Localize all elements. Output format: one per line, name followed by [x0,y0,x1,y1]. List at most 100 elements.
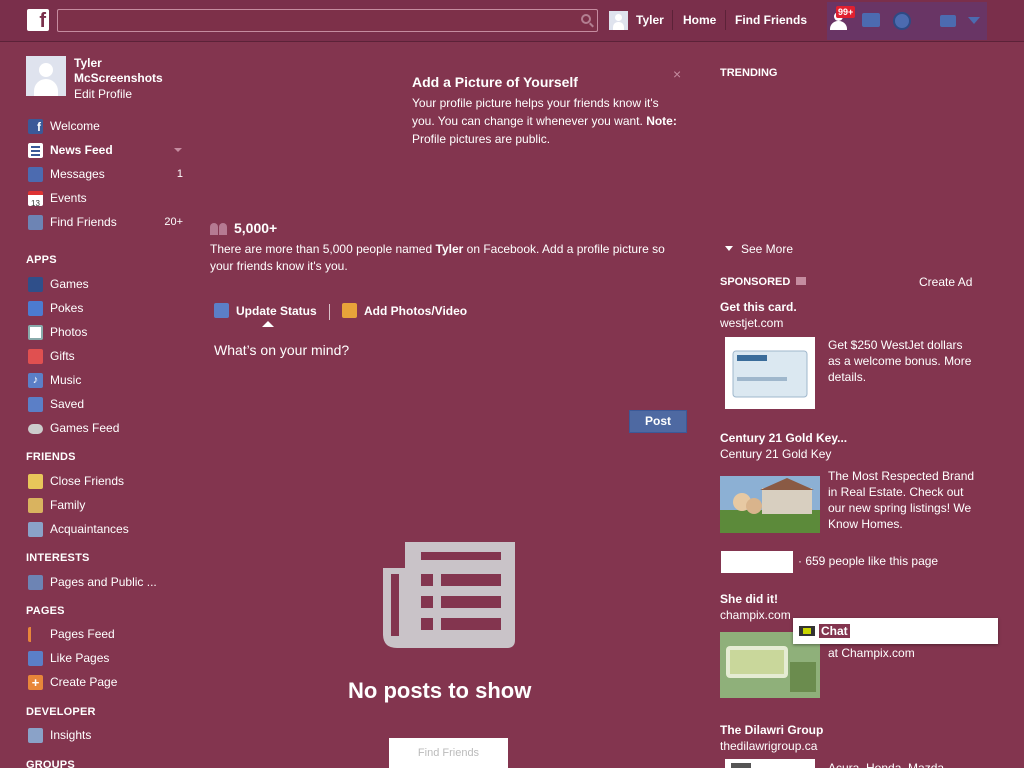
sidebar-item-label: Pages Feed [50,627,115,641]
divider [725,10,726,30]
sidebar-item-create-page[interactable]: + Create Page [26,673,186,691]
sidebar-item-pokes[interactable]: Pokes [26,299,186,317]
chevron-down-icon[interactable] [174,148,182,152]
family-icon [28,498,43,513]
chart-icon [28,728,43,743]
tab-pointer [262,321,274,327]
sidebar-item-label: Acquaintances [50,522,129,536]
acquaintances-icon [28,522,43,537]
find-friends-button[interactable]: Find Friends [389,738,508,768]
sidebar-item-insights[interactable]: Insights [26,726,186,744]
empty-feed-message: No posts to show [348,678,532,703]
close-icon[interactable]: × [673,66,681,82]
like-page-button[interactable] [721,551,793,573]
sidebar-item-label: Welcome [50,119,100,133]
profile-name[interactable]: Tyler McScreenshots [74,56,184,86]
prompt-text: Your profile picture helps your friends … [412,96,659,128]
desc-name: Tyler [435,242,464,256]
games-icon [28,277,43,292]
see-more-label: See More [741,242,794,256]
find-friends-link[interactable]: Find Friends [735,13,807,27]
sidebar-item-photos[interactable]: Photos [26,323,186,341]
see-more-link[interactable]: See More [724,242,794,256]
name-count: 5,000+ [234,220,278,236]
ad-description: Get $250 WestJet dollars as a welcome bo… [828,338,972,384]
chat-tab[interactable]: Chat [793,618,998,644]
dilawri-ad-image[interactable] [725,759,815,768]
people-icon [210,221,230,235]
profile-avatar[interactable] [26,56,66,96]
ad-url[interactable]: thedilawrigroup.ca [720,739,817,753]
sidebar-item-games[interactable]: Games [26,275,186,293]
find-friends-icon [28,215,43,230]
edit-profile-link[interactable]: Edit Profile [74,87,132,101]
sidebar-item-label: Messages [50,167,105,181]
sidebar-item-saved[interactable]: Saved [26,395,186,413]
sidebar-item-games-feed[interactable]: Games Feed [26,419,186,437]
sidebar-item-news-feed[interactable]: News Feed [26,141,186,159]
sidebar-item-find-friends[interactable]: Find Friends 20+ [26,213,186,231]
ad-url[interactable]: champix.com [720,608,791,622]
ad-url[interactable]: Century 21 Gold Key [720,447,831,461]
like-count: · 659 people like this page [798,554,939,568]
sidebar-item-count: 1 [176,168,183,180]
name-count-description: There are more than 5,000 people named T… [210,241,670,275]
avatar[interactable] [609,11,628,30]
globe-icon[interactable] [893,12,911,30]
sidebar-item-music[interactable]: ♪ Music [26,371,186,389]
real-estate-ad-image[interactable] [720,476,820,533]
sidebar-item-close-friends[interactable]: Close Friends [26,472,186,490]
profile-link[interactable]: Tyler [636,13,664,27]
home-link[interactable]: Home [683,13,716,27]
post-button[interactable]: Post [629,410,687,433]
news-feed-icon [383,542,515,648]
credit-card-ad-image[interactable] [725,337,815,409]
sidebar-item-label: Create Page [50,675,118,689]
ad-url[interactable]: westjet.com [720,316,783,330]
divider [672,10,673,30]
chat-label: Chat [819,624,850,638]
sidebar-item-label: Saved [50,397,85,411]
privacy-shortcuts-icon[interactable] [940,15,956,27]
ad-title[interactable]: Century 21 Gold Key... [720,431,847,445]
section-header-friends: FRIENDS [26,451,76,463]
photos-icon [28,325,43,340]
messages-icon[interactable] [862,13,880,27]
sponsored-header: SPONSORED [720,276,791,288]
desc-text: There are more than 5,000 people named [210,242,433,256]
sidebar-item-messages[interactable]: Messages 1 [26,165,186,183]
sidebar-item-acquaintances[interactable]: Acquaintances [26,520,186,538]
create-ad-link[interactable]: Create Ad [919,275,972,289]
chevron-down-icon[interactable] [968,17,980,24]
facebook-logo-icon[interactable]: f [27,9,49,32]
chat-app-icon [799,626,815,636]
search-input[interactable] [57,9,598,32]
sidebar-item-label: Events [50,191,87,205]
sidebar-item-label: Photos [50,325,88,339]
ad-description: at Champix.com [828,646,915,660]
sidebar-item-label: Like Pages [50,651,110,665]
profile-prompt-body: Your profile picture helps your friends … [412,94,682,148]
note-label: Note: [646,114,677,128]
search-icon[interactable] [581,14,591,24]
star-friends-icon [28,474,43,489]
sidebar-item-family[interactable]: Family [26,496,186,514]
gift-icon [28,349,43,364]
sidebar-item-welcome[interactable]: f Welcome [26,117,186,135]
ad-title[interactable]: The Dilawri Group [720,723,823,737]
sidebar-item-gifts[interactable]: Gifts [26,347,186,365]
sidebar-item-label: Pages and Public ... [50,575,157,589]
ad-description: Acura, Honda, Mazda, [828,761,948,768]
section-header-groups: GROUPS [26,759,75,768]
status-input[interactable]: What’s on your mind? [214,342,349,358]
tab-label: Update Status [236,304,317,318]
ad-title[interactable]: She did it! [720,592,778,606]
sidebar-item-label: Insights [50,728,92,742]
sidebar-item-pages-public[interactable]: Pages and Public ... [26,573,186,591]
sidebar-item-events[interactable]: 13 Events [26,189,186,208]
flag-icon [28,627,43,642]
sidebar-item-pages-feed[interactable]: Pages Feed [26,625,186,643]
music-icon: ♪ [28,373,43,388]
sidebar-item-like-pages[interactable]: Like Pages [26,649,186,667]
ad-title[interactable]: Get this card. [720,300,797,314]
